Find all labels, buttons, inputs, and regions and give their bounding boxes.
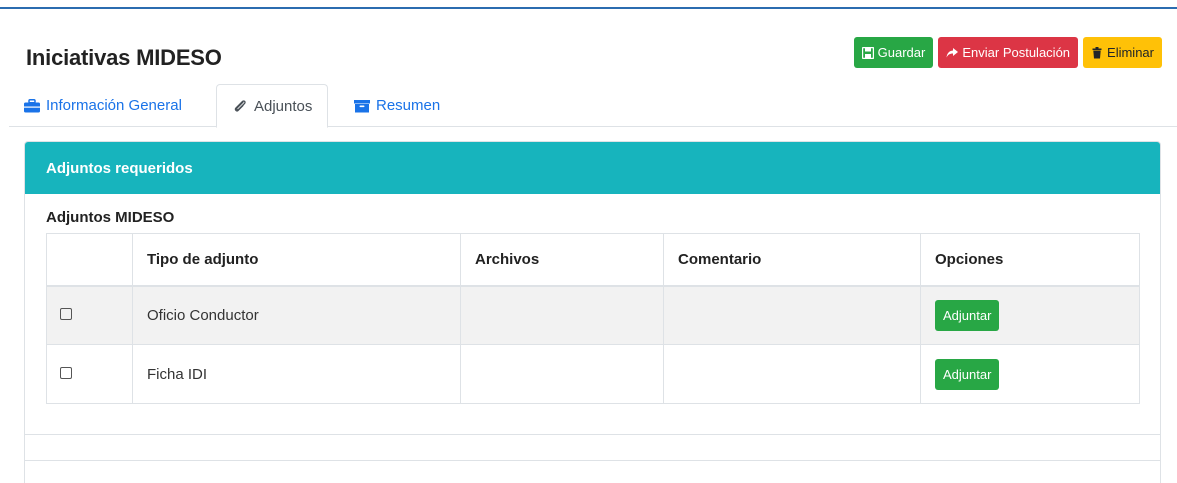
card-header: Adjuntos requeridos <box>25 142 1160 194</box>
column-header-opciones: Opciones <box>920 233 1140 287</box>
row-checkbox[interactable] <box>60 307 72 320</box>
table-header-row: Tipo de adjunto Archivos Comentario Opci… <box>46 233 1140 287</box>
submit-application-button[interactable]: Enviar Postulación <box>938 37 1079 68</box>
tipo-cell: Ficha IDI <box>132 344 461 404</box>
briefcase-icon <box>24 98 40 112</box>
row-select-cell <box>46 344 133 404</box>
tab-resumen[interactable]: Resumen <box>339 84 455 127</box>
delete-label: Eliminar <box>1107 45 1154 60</box>
attachments-card: Adjuntos requeridos Adjuntos MIDESO Tipo… <box>24 141 1161 483</box>
archive-icon <box>354 99 370 112</box>
tab-bar: Información General Adjuntos Resumen <box>9 84 1177 128</box>
card-divider <box>25 460 1160 461</box>
archivos-cell <box>460 285 664 345</box>
submit-label: Enviar Postulación <box>962 45 1071 60</box>
table-row: Ficha IDI Adjuntar <box>46 344 1140 404</box>
comentario-cell <box>663 285 921 345</box>
column-header-archivos: Archivos <box>460 233 664 287</box>
tab-label: Adjuntos <box>254 97 313 115</box>
adjuntar-button[interactable]: Adjuntar <box>935 299 1000 331</box>
table-row: Oficio Conductor Adjuntar <box>46 285 1140 345</box>
paperclip-icon <box>234 100 246 112</box>
card-divider <box>25 434 1160 435</box>
row-checkbox[interactable] <box>60 366 72 379</box>
archivos-cell <box>460 344 664 404</box>
tab-label: Información General <box>46 97 182 114</box>
share-arrow-icon <box>946 47 959 57</box>
row-select-cell <box>46 285 133 345</box>
tab-label: Resumen <box>376 97 441 114</box>
adjuntar-button[interactable]: Adjuntar <box>935 358 1000 390</box>
save-button[interactable]: Guardar <box>853 37 934 68</box>
action-bar: Guardar Enviar Postulación Eliminar <box>853 37 1162 68</box>
column-header-tipo: Tipo de adjunto <box>132 233 461 287</box>
column-header-comentario: Comentario <box>663 233 921 287</box>
floppy-disk-icon <box>861 46 874 59</box>
opciones-cell: Adjuntar <box>920 344 1140 404</box>
tab-informacion-general[interactable]: Información General <box>9 84 197 127</box>
trash-icon <box>1092 46 1102 58</box>
page-title: Iniciativas MIDESO <box>26 45 222 70</box>
tipo-cell: Oficio Conductor <box>132 285 461 345</box>
tab-adjuntos[interactable]: Adjuntos <box>216 84 329 128</box>
column-header-select <box>46 233 133 287</box>
card-subtitle: Adjuntos MIDESO <box>46 209 175 226</box>
opciones-cell: Adjuntar <box>920 285 1140 345</box>
save-label: Guardar <box>877 45 926 60</box>
comentario-cell <box>663 344 921 404</box>
attachments-table: Tipo de adjunto Archivos Comentario Opci… <box>46 233 1140 404</box>
delete-button[interactable]: Eliminar <box>1083 37 1162 68</box>
top-rule <box>0 7 1177 9</box>
